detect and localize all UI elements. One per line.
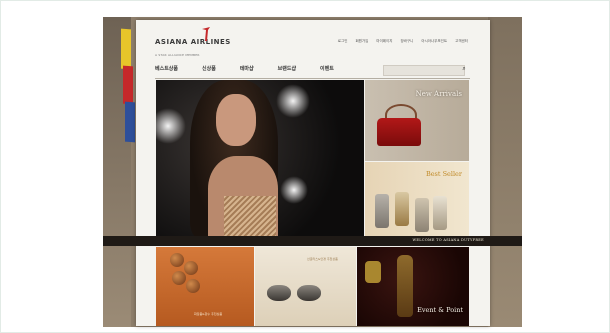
website-printout: ASIANA AIRLINES A STAR ALLIANCE MEMBER 로… bbox=[103, 20, 522, 326]
util-link-points[interactable]: 아시아나우포인트 bbox=[421, 39, 447, 44]
best-seller-tile[interactable]: Best Seller bbox=[365, 162, 469, 238]
crest-icon bbox=[365, 261, 381, 283]
nav-item-best[interactable]: 베스트상품 bbox=[155, 65, 178, 72]
event-point-label: Event & Point bbox=[417, 306, 463, 314]
nav-item-new[interactable]: 신상품 bbox=[202, 65, 216, 72]
light-flare-icon bbox=[280, 176, 308, 204]
new-arrivals-tile[interactable]: New Arrivals bbox=[365, 80, 469, 161]
bottle-icon bbox=[397, 255, 413, 317]
util-link-support[interactable]: 고객센터 bbox=[455, 39, 468, 44]
search-input[interactable] bbox=[383, 65, 465, 76]
booklet-stripe-yellow bbox=[121, 28, 131, 70]
logo-wing-icon bbox=[202, 27, 210, 41]
asiana-logo[interactable]: ASIANA AIRLINES bbox=[155, 38, 231, 46]
watch-icon bbox=[433, 196, 447, 230]
watch-icon bbox=[395, 192, 409, 226]
welcome-banner: WELCOME TO ASIANA DUTYFREE bbox=[103, 236, 522, 246]
main-nav: 베스트상품 신상품 테마샵 브랜드샵 이벤트 bbox=[155, 65, 334, 72]
watch-icon bbox=[415, 198, 429, 232]
nav-divider bbox=[155, 78, 470, 79]
hero-banner[interactable] bbox=[156, 80, 364, 238]
best-seller-label: Best Seller bbox=[425, 170, 462, 178]
cosmetics-tile[interactable]: 화장품&향수 추천상품 bbox=[156, 247, 254, 326]
sunglasses-icon bbox=[267, 285, 291, 301]
welcome-banner-text: WELCOME TO ASIANA DUTYFREE bbox=[412, 238, 484, 242]
util-link-mypage[interactable]: 마이페이지 bbox=[376, 39, 392, 44]
model-face bbox=[216, 94, 256, 146]
light-flare-icon bbox=[276, 84, 310, 118]
booklet-stripe-blue bbox=[125, 101, 135, 143]
booklet-stripe-red bbox=[123, 65, 133, 105]
new-arrivals-label: New Arrivals bbox=[415, 90, 462, 98]
cosmetic-ball-icon bbox=[186, 279, 200, 293]
cosmetics-caption: 화장품&향수 추천상품 bbox=[194, 312, 223, 316]
cosmetic-ball-icon bbox=[170, 253, 184, 267]
event-point-tile[interactable]: Event & Point bbox=[357, 247, 469, 326]
model-dress bbox=[224, 196, 276, 238]
util-link-cart[interactable]: 장바구니 bbox=[400, 39, 413, 44]
sunglasses-tile[interactable]: 선글라스&안경 추천상품 bbox=[255, 247, 356, 326]
sunglasses-caption: 선글라스&안경 추천상품 bbox=[307, 257, 338, 261]
sunglasses-icon bbox=[297, 285, 321, 301]
nav-item-event[interactable]: 이벤트 bbox=[320, 65, 334, 72]
nav-item-brand[interactable]: 브랜드샵 bbox=[278, 65, 296, 72]
cosmetic-ball-icon bbox=[172, 271, 186, 285]
watch-icon bbox=[375, 194, 389, 228]
handbag-icon bbox=[377, 118, 421, 146]
light-flare-icon bbox=[156, 108, 186, 144]
util-link-login[interactable]: 로그인 bbox=[338, 39, 348, 44]
utility-links: 로그인 회원가입 마이페이지 장바구니 아시아나우포인트 고객센터 bbox=[338, 39, 468, 44]
search-icon[interactable]: ⌕ bbox=[459, 64, 469, 74]
star-alliance-text: A STAR ALLIANCE MEMBER bbox=[155, 53, 200, 57]
util-link-join[interactable]: 회원가입 bbox=[355, 39, 368, 44]
cosmetic-ball-icon bbox=[184, 261, 198, 275]
nav-item-theme[interactable]: 테마샵 bbox=[240, 65, 254, 72]
